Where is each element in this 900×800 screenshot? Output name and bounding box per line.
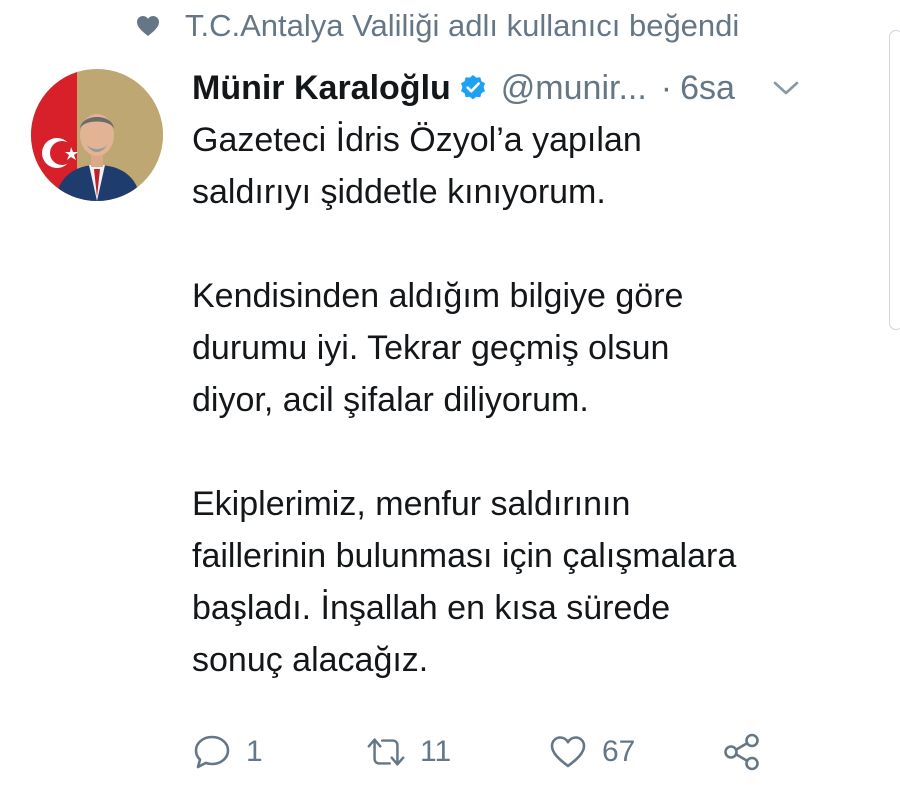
- social-context: T.C.Antalya Valiliği adlı kullanıcı beğe…: [135, 4, 739, 48]
- tweet-actions: 1 11 67: [192, 724, 792, 780]
- like-button[interactable]: 67: [548, 724, 635, 780]
- heart-outline-icon: [548, 732, 588, 772]
- chevron-down-icon[interactable]: [771, 73, 801, 103]
- tweet-line: sonuç alacağız.: [192, 641, 429, 679]
- tweet-paragraph: Ekiplerimiz, menfur saldırının faillerin…: [192, 478, 872, 686]
- heart-icon: [135, 13, 161, 39]
- scrollbar[interactable]: [889, 30, 900, 330]
- tweet-line: durumu iyi. Tekrar geçmiş olsun: [192, 329, 670, 367]
- tweet-paragraph: Kendisinden aldığım bilgiye göre durumu …: [192, 270, 872, 426]
- separator-dot: ·: [660, 68, 673, 107]
- tweet-line: Ekiplerimiz, menfur saldırının: [192, 485, 631, 523]
- tweet-paragraph: Gazeteci İdris Özyol’a yapılan saldırıyı…: [192, 114, 872, 218]
- tweet-line: faillerinin bulunması için çalışmalara: [192, 537, 737, 575]
- tweet-line: diyor, acil şifalar diliyorum.: [192, 381, 589, 419]
- author-name[interactable]: Münir Karaloğlu: [192, 69, 451, 108]
- tweet-line: Gazeteci İdris Özyol’a yapılan: [192, 121, 642, 159]
- tweet-timestamp[interactable]: 6sa: [680, 69, 735, 108]
- author-handle[interactable]: @munir...: [501, 69, 647, 108]
- tweet-line: saldırıyı şiddetle kınıyorum.: [192, 173, 606, 211]
- like-count: 67: [602, 735, 636, 768]
- tweet-header: Münir Karaloğlu @munir... · 6sa: [192, 64, 882, 112]
- retweet-icon: [366, 732, 406, 772]
- tweet-text: Gazeteci İdris Özyol’a yapılan saldırıyı…: [192, 114, 872, 686]
- social-context-text[interactable]: T.C.Antalya Valiliği adlı kullanıcı beğe…: [185, 8, 739, 44]
- retweet-count: 11: [420, 735, 452, 768]
- reply-button[interactable]: 1: [192, 724, 263, 780]
- tweet-line: Kendisinden aldığım bilgiye göre: [192, 277, 684, 315]
- avatar[interactable]: [31, 69, 163, 201]
- verified-badge-icon: [459, 73, 489, 103]
- tweet-line: başladı. İnşallah en kısa sürede: [192, 589, 671, 627]
- share-icon: [722, 732, 762, 772]
- retweet-button[interactable]: 11: [366, 724, 451, 780]
- share-button[interactable]: [722, 724, 762, 780]
- reply-icon: [192, 732, 232, 772]
- reply-count: 1: [246, 735, 263, 768]
